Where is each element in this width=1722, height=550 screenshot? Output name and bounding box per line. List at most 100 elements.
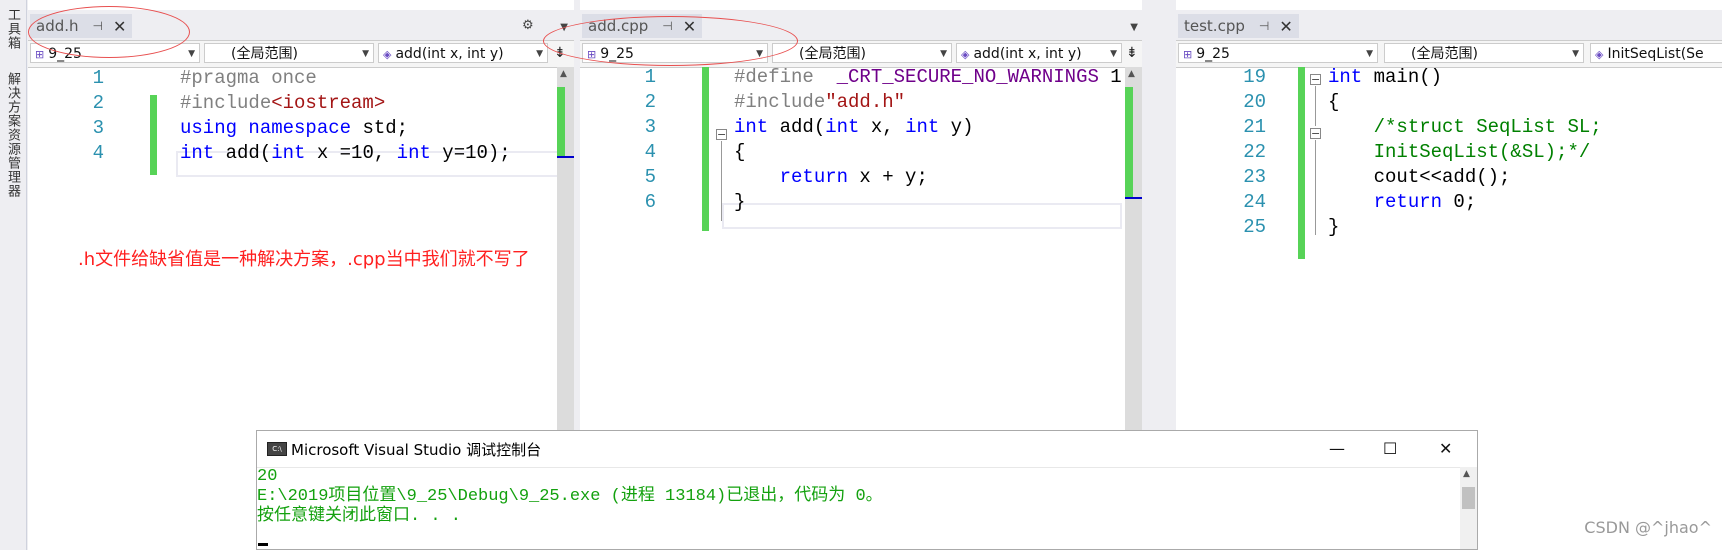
code-token: cout<<add(); <box>1328 166 1511 188</box>
code-token: #define <box>734 66 837 88</box>
code-token: #include <box>180 92 272 114</box>
code-line: return x + y; <box>734 166 928 188</box>
scope-dropdown[interactable]: (全局范围) ▼ <box>1384 43 1584 63</box>
code-line: { <box>734 141 745 163</box>
method-icon: ◈ <box>961 48 970 61</box>
code-line: int add(int x, int y) <box>734 116 974 138</box>
annotation-note: .h文件给缺省值是一种解决方案，.cpp当中我们就不写了 <box>78 249 530 270</box>
console-cursor <box>258 543 268 546</box>
code-token: int <box>734 116 769 138</box>
member-dropdown[interactable]: ◈ add(int x, int y) ▼ <box>956 43 1122 63</box>
solution-explorer-tab[interactable]: 解决方案资源管理器 <box>3 72 22 198</box>
code-token: } <box>734 191 746 213</box>
code-token: /*struct SeqList SL; <box>1373 116 1602 138</box>
collapse-icon[interactable]: − <box>1310 74 1321 85</box>
code-token: int <box>271 142 306 164</box>
code-token: "add.h" <box>825 91 906 113</box>
line-number: 1 <box>644 66 656 88</box>
console-line: E:\2019项目位置\9_25\Debug\9_25.exe (进程 1318… <box>257 487 883 506</box>
member-dropdown[interactable]: ◈ add(int x, int y) ▼ <box>378 43 548 63</box>
code-token: add( <box>768 116 826 138</box>
code-token: main() <box>1362 66 1443 88</box>
project-dropdown[interactable]: ⊞ 9_25 ▼ <box>1178 43 1378 63</box>
changed-lines-marker <box>702 67 709 231</box>
method-icon: ◈ <box>383 48 392 61</box>
code-token: std; <box>351 117 409 139</box>
close-icon[interactable]: ✕ <box>1279 17 1292 36</box>
chevron-down-icon: ▼ <box>1366 49 1373 59</box>
code-token: 0; <box>1442 191 1477 213</box>
code-token: int <box>180 142 215 164</box>
tab-label: test.cpp <box>1184 17 1245 35</box>
code-line: } <box>734 191 745 213</box>
line-number: 3 <box>644 116 656 138</box>
code-line: InitSeqList(&SL);*/ <box>1328 141 1591 163</box>
scroll-up-icon[interactable]: ▲ <box>1463 469 1470 479</box>
code-token: x =10, <box>305 142 397 164</box>
split-view-icon[interactable]: ⇟ <box>1126 45 1138 61</box>
project-icon: ⊞ <box>35 48 45 61</box>
code-line: cout<<add(); <box>1328 166 1511 188</box>
tab-bar: test.cpp ⊣ ✕ <box>1176 10 1722 40</box>
code-token: int <box>825 116 860 138</box>
close-icon[interactable]: ✕ <box>1439 439 1452 458</box>
chevron-down-icon: ▼ <box>1110 49 1117 59</box>
line-number: 4 <box>92 142 104 164</box>
console-line: 按任意键关闭此窗口. . . <box>257 507 462 526</box>
code-line: { <box>1328 91 1339 113</box>
member-dropdown[interactable]: ◈ InitSeqList(Se <box>1590 43 1722 63</box>
tab-test-cpp[interactable]: test.cpp ⊣ ✕ <box>1178 14 1299 38</box>
scroll-up-icon[interactable]: ▲ <box>560 69 567 79</box>
line-number: 19 <box>1243 66 1266 88</box>
fold-guide <box>1315 140 1316 235</box>
console-scrollbar[interactable]: ▲ <box>1460 467 1477 549</box>
code-line: #include<iostream> <box>180 92 385 114</box>
code-line: #pragma once <box>180 67 317 89</box>
code-line: /*struct SeqList SL; <box>1328 116 1602 138</box>
toolbox-tab[interactable]: 工具箱 <box>3 8 22 50</box>
code-line: } <box>1328 216 1339 238</box>
code-line: int main() <box>1328 66 1442 88</box>
code-token: { <box>1328 91 1340 113</box>
pin-icon[interactable]: ⊣ <box>1259 19 1269 33</box>
minimize-icon[interactable]: — <box>1329 439 1345 458</box>
scroll-up-icon[interactable]: ▲ <box>1128 69 1135 79</box>
tab-dropdown-icon[interactable]: ▼ <box>1130 22 1138 33</box>
line-number: 23 <box>1243 166 1266 188</box>
code-token: int <box>396 142 431 164</box>
maximize-icon[interactable]: ☐ <box>1383 439 1397 458</box>
collapse-icon[interactable]: − <box>1310 128 1321 139</box>
line-number: 1 <box>92 67 104 89</box>
change-marker <box>557 87 565 157</box>
code-token: y=10); <box>430 142 511 164</box>
debug-console-window[interactable]: C:\ Microsoft Visual Studio 调试控制台 — ☐ ✕ … <box>256 430 1478 550</box>
console-title: Microsoft Visual Studio 调试控制台 <box>291 441 542 459</box>
scroll-thumb[interactable] <box>1462 487 1475 509</box>
code-token: namespace <box>248 117 352 139</box>
scope-dropdown[interactable]: (全局范围) ▼ <box>204 43 374 63</box>
console-title-bar[interactable]: C:\ Microsoft Visual Studio 调试控制台 — ☐ ✕ <box>257 431 1477 468</box>
line-number: 25 <box>1243 216 1266 238</box>
code-line: #define _CRT_SECURE_NO_WARNINGS 1 <box>734 66 1122 88</box>
code-token: { <box>734 141 746 163</box>
code-token: return <box>1373 191 1443 213</box>
code-token: 1 <box>1098 66 1122 88</box>
collapse-icon[interactable]: − <box>716 129 727 140</box>
line-number: 24 <box>1243 191 1266 213</box>
chevron-down-icon: ▼ <box>188 49 195 59</box>
chevron-down-icon: ▼ <box>536 49 543 59</box>
line-number: 2 <box>644 91 656 113</box>
code-line: #include"add.h" <box>734 91 905 113</box>
code-token: <iostream> <box>271 92 386 114</box>
line-number: 22 <box>1243 141 1266 163</box>
current-line-highlight <box>722 203 1122 229</box>
gear-icon[interactable]: ⚙ <box>522 18 534 33</box>
fold-guide <box>1315 86 1316 126</box>
line-number: 6 <box>644 191 656 213</box>
code-token: InitSeqList(&SL);*/ <box>1373 141 1591 163</box>
scope-dropdown[interactable]: (全局范围) ▼ <box>772 43 952 63</box>
